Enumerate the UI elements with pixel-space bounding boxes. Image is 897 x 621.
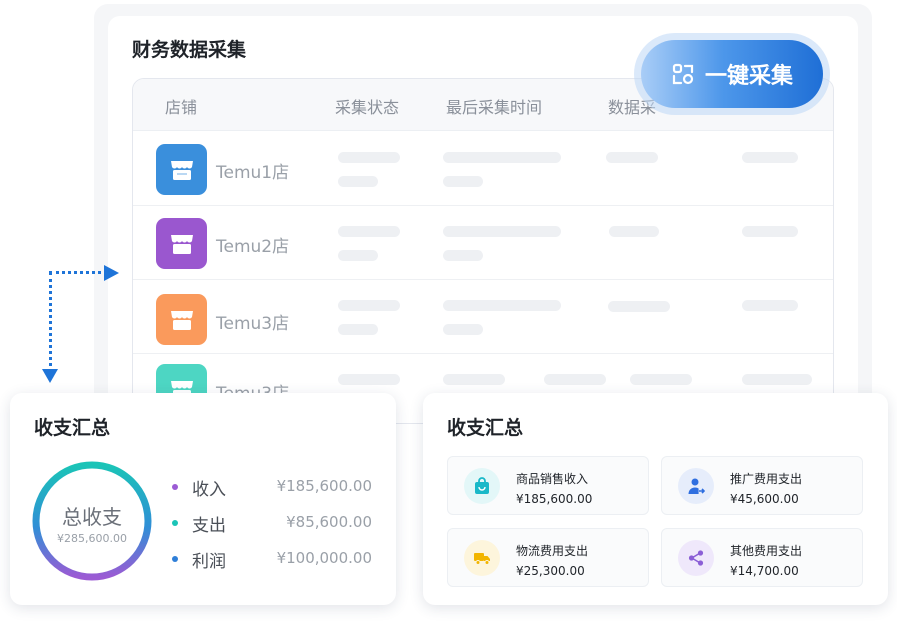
tile-label: 推广费用支出 xyxy=(730,472,803,486)
summary-card-breakdown: 收支汇总 商品销售收入 ¥185,600.00 推广费用支出 ¥45,600.0… xyxy=(423,393,888,605)
tile-value: ¥14,700.00 xyxy=(730,564,799,578)
data-placeholder xyxy=(630,374,692,385)
data-placeholder xyxy=(609,226,659,237)
column-header-last-time[interactable]: 最后采集时间 xyxy=(446,94,542,118)
summary-tile-sales-income[interactable]: 商品销售收入 ¥185,600.00 xyxy=(447,456,649,515)
summary-tile-promotion-expense[interactable]: 推广费用支出 ¥45,600.00 xyxy=(661,456,863,515)
arrow-down-icon xyxy=(42,369,58,383)
status-placeholder xyxy=(338,250,378,261)
legend-item-income: 收入 ¥185,600.00 xyxy=(172,475,382,500)
status-placeholder xyxy=(338,226,400,237)
store-name: Temu3店 xyxy=(216,314,290,334)
time-placeholder xyxy=(443,176,483,187)
time-placeholder xyxy=(443,250,483,261)
time-placeholder xyxy=(443,324,483,335)
legend-dot xyxy=(172,520,178,526)
legend-name: 利润 xyxy=(192,552,226,572)
legend-value: ¥100,000.00 xyxy=(276,549,372,567)
time-placeholder xyxy=(443,152,561,163)
table-row[interactable]: Temu1店 xyxy=(133,132,833,206)
panel-title: 财务数据采集 xyxy=(132,39,247,61)
tile-label: 商品销售收入 xyxy=(516,472,589,486)
legend-name: 收入 xyxy=(192,480,226,500)
column-header-store[interactable]: 店铺 xyxy=(165,94,197,118)
user-promote-icon xyxy=(678,468,714,504)
time-placeholder xyxy=(443,226,561,237)
status-placeholder xyxy=(338,152,400,163)
tile-value: ¥45,600.00 xyxy=(730,492,799,506)
tile-label: 物流费用支出 xyxy=(516,544,589,558)
time-placeholder xyxy=(443,300,561,311)
action-placeholder xyxy=(742,226,798,237)
store-icon xyxy=(156,144,207,195)
donut-center-label: 总收支 xyxy=(62,505,122,529)
action-placeholder xyxy=(742,300,798,311)
tile-label: 其他费用支出 xyxy=(730,544,803,558)
time-placeholder xyxy=(544,374,606,385)
summary-card-donut: 收支汇总 总收支 ¥285,600.00 收入 ¥185,600.00 支出 ¥… xyxy=(10,393,396,605)
summary-tile-logistics-expense[interactable]: 物流费用支出 ¥25,300.00 xyxy=(447,528,649,587)
flow-connector xyxy=(49,271,107,274)
status-placeholder xyxy=(338,176,378,187)
data-placeholder xyxy=(608,301,670,312)
table-row[interactable]: Temu2店 xyxy=(133,206,833,280)
store-name: Temu2店 xyxy=(216,237,290,257)
summary-tile-other-expense[interactable]: 其他费用支出 ¥14,700.00 xyxy=(661,528,863,587)
status-placeholder xyxy=(338,324,378,335)
arrow-right-icon xyxy=(104,265,119,281)
status-placeholder xyxy=(338,300,400,311)
collect-all-button[interactable]: 一键采集 xyxy=(641,40,823,108)
table-row[interactable]: Temu3店 xyxy=(133,280,833,354)
legend-dot xyxy=(172,484,178,490)
legend-value: ¥85,600.00 xyxy=(286,513,372,531)
legend-item-expense: 支出 ¥85,600.00 xyxy=(172,511,382,536)
shopping-bag-icon xyxy=(464,468,500,504)
status-placeholder xyxy=(338,374,400,385)
donut-center-value: ¥285,600.00 xyxy=(57,532,127,545)
store-name: Temu1店 xyxy=(216,163,290,183)
legend-name: 支出 xyxy=(192,516,226,536)
truck-icon xyxy=(464,540,500,576)
legend-value: ¥185,600.00 xyxy=(276,477,372,495)
card-title: 收支汇总 xyxy=(447,417,524,439)
action-placeholder xyxy=(742,152,798,163)
time-placeholder xyxy=(443,374,505,385)
store-table: 店铺 采集状态 最后采集时间 数据采 Temu1店 Temu2店 Temu3店 xyxy=(132,78,834,424)
column-header-status[interactable]: 采集状态 xyxy=(335,94,399,118)
data-placeholder xyxy=(606,152,658,163)
collect-icon xyxy=(671,62,695,86)
legend-dot xyxy=(172,556,178,562)
share-icon xyxy=(678,540,714,576)
card-title: 收支汇总 xyxy=(34,417,111,439)
legend-item-profit: 利润 ¥100,000.00 xyxy=(172,547,382,572)
collect-button-label: 一键采集 xyxy=(704,63,793,88)
store-icon xyxy=(156,294,207,345)
tile-value: ¥185,600.00 xyxy=(516,492,593,506)
flow-connector xyxy=(49,272,52,372)
store-icon xyxy=(156,218,207,269)
tile-value: ¥25,300.00 xyxy=(516,564,585,578)
action-placeholder xyxy=(742,374,812,385)
